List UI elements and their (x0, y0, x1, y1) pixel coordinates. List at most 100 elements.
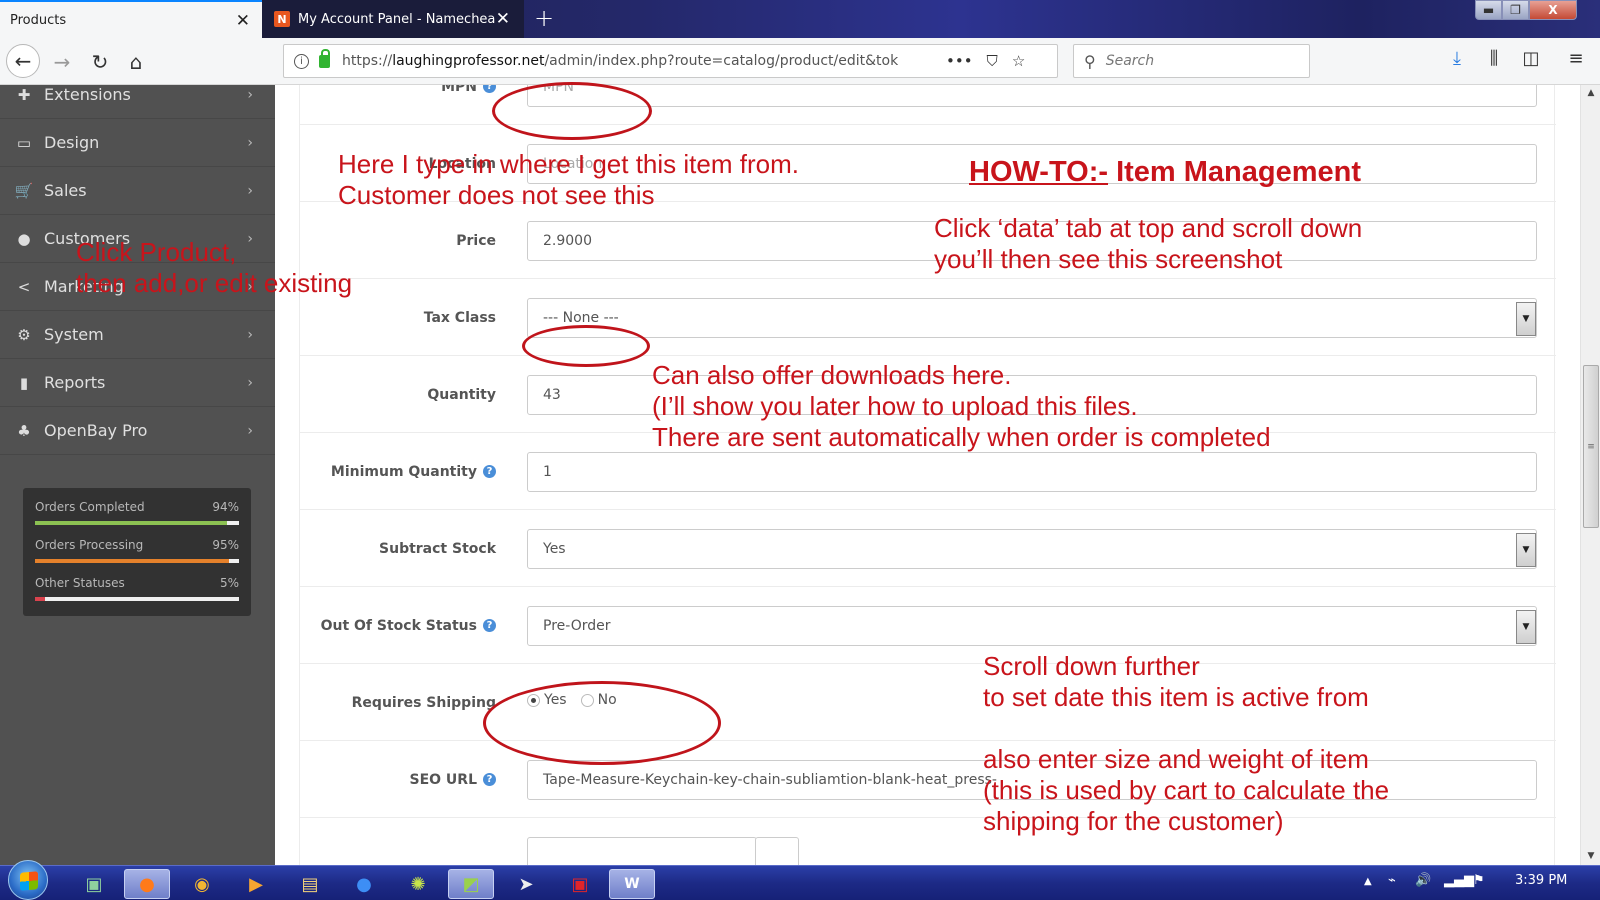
field-value: Tape-Measure-Keychain-key-chain-subliamt… (543, 772, 997, 788)
download-icon[interactable]: ⤓ (1445, 48, 1469, 69)
partial-input[interactable] (527, 837, 757, 865)
address-bar[interactable]: i https://laughingprofessor.net/admin/in… (283, 44, 1058, 78)
field-value: 1 (543, 464, 552, 480)
media-player-icon[interactable]: ▶ (233, 869, 279, 899)
clock[interactable]: 3:39 PM (1515, 873, 1567, 888)
scroll-down-arrow-icon[interactable]: ▼ (1581, 848, 1600, 865)
remote-desktop-icon[interactable]: ▣ (71, 869, 117, 899)
annotation-line: (this is used by cart to calculate the (983, 775, 1390, 805)
sidebar-item-sales[interactable]: 🛒 Sales › (0, 167, 275, 215)
url-text[interactable]: https://laughingprofessor.net/admin/inde… (342, 53, 932, 69)
sidebar-item-openbay-pro[interactable]: ♣ OpenBay Pro › (0, 407, 275, 455)
page-actions-icon[interactable]: ••• (946, 52, 973, 70)
annotation-line: Scroll down further (983, 651, 1200, 681)
firefox-icon[interactable]: ● (124, 869, 170, 899)
field-value: 2.9000 (543, 233, 592, 249)
close-window-button[interactable]: X (1529, 0, 1577, 20)
tab-label: My Account Panel - Namechea (298, 11, 496, 27)
scrollbar-thumb[interactable]: ≡ (1583, 365, 1599, 528)
close-tab-icon[interactable]: ✕ (236, 11, 250, 31)
search-input[interactable]: ⚲ Search (1073, 44, 1310, 78)
chevron-right-icon: › (247, 86, 253, 103)
subtract-stock-select[interactable]: Yes ▼ (527, 529, 1537, 569)
share-icon: < (17, 277, 31, 296)
chevron-down-icon[interactable]: ▼ (1516, 302, 1536, 336)
annotation-line: There are sent automatically when order … (652, 422, 1271, 452)
chevron-down-icon[interactable]: ▼ (1516, 533, 1536, 567)
camera-app-icon[interactable]: ▣ (557, 869, 603, 899)
bookmark-star-icon[interactable]: ☆ (1012, 52, 1025, 70)
field-label: Subtract Stock (379, 510, 496, 587)
menu-icon[interactable]: ≡ (1564, 48, 1588, 69)
tab-products[interactable]: Products ✕ (0, 0, 262, 38)
cart-icon: 🛒 (14, 181, 34, 200)
stat-label: Orders Processing (35, 538, 144, 552)
volume-icon[interactable]: 🔊 (1415, 873, 1431, 888)
power-icon[interactable]: ⌁ (1388, 873, 1396, 888)
sidebar-item-system[interactable]: ⚙ System › (0, 311, 275, 359)
sidebar-item-label: Design (44, 133, 100, 152)
field-label: MPN? (441, 85, 496, 125)
order-stats-panel: Orders Completed 94% Orders Processing 9… (23, 488, 251, 616)
annotation-line: then add,or edit existing (76, 268, 353, 298)
new-tab-button[interactable]: + (534, 4, 554, 32)
action-center-flag-icon[interactable]: ⚑ (1473, 873, 1485, 888)
app-icon[interactable]: ✺ (395, 869, 441, 899)
library-icon[interactable]: ⫼ (1482, 48, 1506, 69)
out-of-stock-status-select[interactable]: Pre-Order ▼ (527, 606, 1537, 646)
browser-tab-bar: Products ✕ N My Account Panel - Namechea… (0, 0, 1600, 38)
file-explorer-icon[interactable]: ▤ (287, 869, 333, 899)
firefox-dev-icon[interactable]: ● (341, 869, 387, 899)
mpn-input[interactable]: MPN (527, 85, 1537, 107)
annotation-product-note: Click Product, then add,or edit existing (76, 237, 352, 299)
help-icon[interactable]: ? (483, 619, 496, 632)
page-scrollbar[interactable]: ▲ ≡ ▼ (1580, 85, 1600, 865)
url-host: laughingprofessor.net (392, 53, 545, 69)
partial-input-addon[interactable] (755, 837, 799, 865)
label-text: Quantity (427, 386, 496, 403)
info-icon[interactable]: i (294, 53, 309, 69)
field-label: Quantity (427, 356, 496, 433)
user-icon: ● (17, 229, 31, 248)
word-icon[interactable]: W (609, 869, 655, 899)
network-signal-icon[interactable]: ▂▄▆ (1444, 873, 1474, 888)
tab-namecheap[interactable]: N My Account Panel - Namechea ✕ (262, 0, 524, 38)
scroll-up-arrow-icon[interactable]: ▲ (1581, 85, 1600, 102)
tax-class-select[interactable]: --- None --- ▼ (527, 298, 1537, 338)
puzzle-icon: ✚ (17, 85, 31, 104)
selected-value: Pre-Order (543, 618, 611, 634)
sidebar-icon[interactable]: ◫ (1519, 48, 1543, 69)
chevron-right-icon: › (247, 422, 253, 439)
sidebar-item-reports[interactable]: ▮ Reports › (0, 359, 275, 407)
stat-label: Orders Completed (35, 500, 145, 514)
chrome-icon[interactable]: ◉ (179, 869, 225, 899)
progress-fill (35, 559, 229, 563)
coreldraw-icon[interactable]: ◩ (448, 869, 494, 899)
progress-bar (35, 597, 239, 601)
maximize-button[interactable]: ❐ (1502, 0, 1529, 20)
annotation-circle-requires-shipping (483, 681, 721, 765)
show-hidden-icons-button[interactable]: ▲ (1364, 876, 1372, 887)
field-label: Tax Class (424, 279, 496, 356)
minimum-quantity-input[interactable]: 1 (527, 452, 1537, 492)
form-row-price: Price 2.9000 (300, 202, 1556, 279)
sidebar-item-design[interactable]: ▭ Design › (0, 119, 275, 167)
sidebar-item-extensions[interactable]: ✚ Extensions › (0, 71, 275, 119)
help-icon[interactable]: ? (483, 773, 496, 786)
chevron-down-icon[interactable]: ▼ (1516, 610, 1536, 644)
help-icon[interactable]: ? (483, 85, 496, 93)
minimize-button[interactable]: ▬ (1475, 0, 1502, 20)
sidebar-item-label: OpenBay Pro (44, 421, 148, 440)
search-icon: ⚲ (1084, 51, 1096, 71)
help-icon[interactable]: ? (483, 465, 496, 478)
selected-value: Yes (543, 541, 566, 557)
annotation-line: Here I type in where I get this item fro… (338, 149, 799, 179)
paper-plane-icon[interactable]: ➤ (503, 869, 549, 899)
progress-fill (35, 597, 46, 601)
sidebar-item-label: Reports (44, 373, 106, 392)
pocket-icon[interactable]: ⛉ (987, 52, 998, 70)
annotation-line: to set date this item is active from (983, 682, 1369, 712)
close-tab-icon[interactable]: ✕ (496, 9, 510, 29)
start-button[interactable] (8, 860, 48, 900)
field-label: SEO URL? (410, 741, 496, 818)
